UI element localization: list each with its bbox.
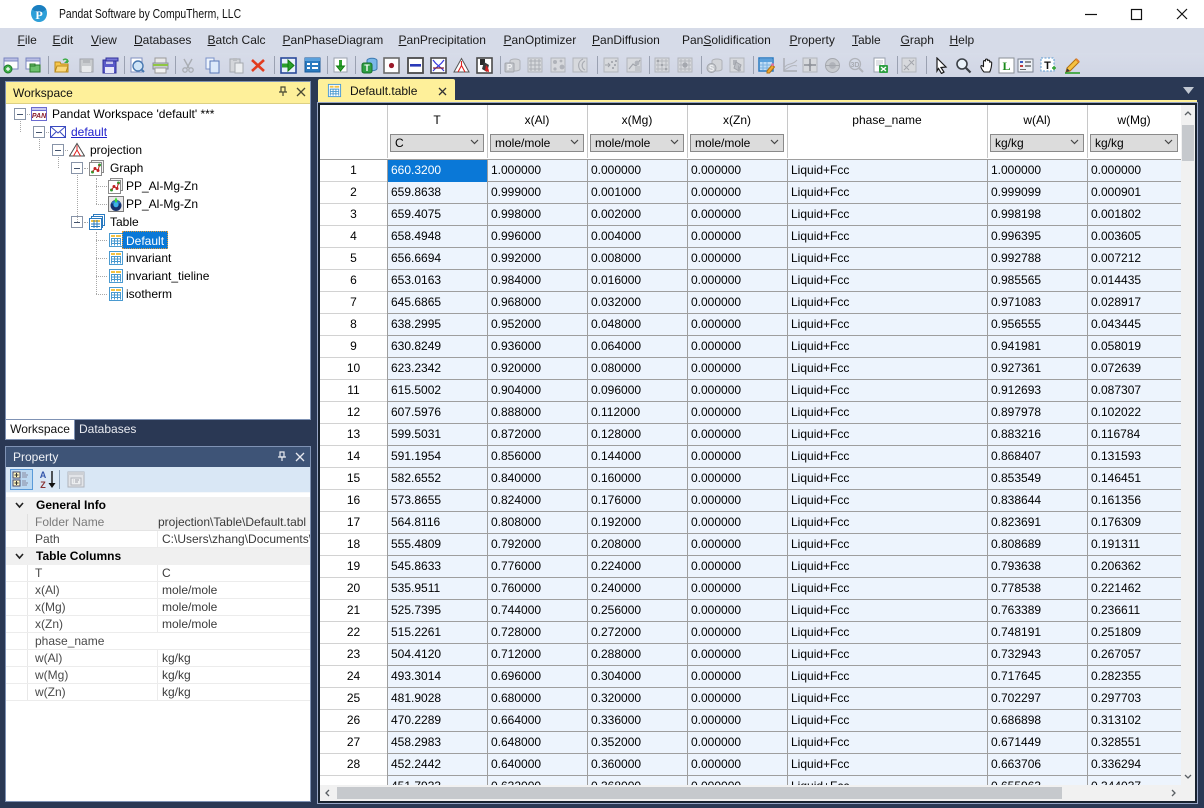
svg-text:S: S [709, 64, 715, 73]
svg-text:P: P [507, 63, 513, 72]
svg-text:A: A [40, 470, 47, 480]
svg-text:L: L [1002, 59, 1010, 73]
svg-text:Z: Z [40, 480, 46, 490]
svg-text:T: T [1044, 60, 1051, 72]
svg-text:P: P [35, 8, 42, 22]
svg-text:3D: 3D [851, 62, 860, 69]
svg-text:PAN: PAN [32, 113, 47, 120]
svg-text:T: T [364, 63, 370, 73]
